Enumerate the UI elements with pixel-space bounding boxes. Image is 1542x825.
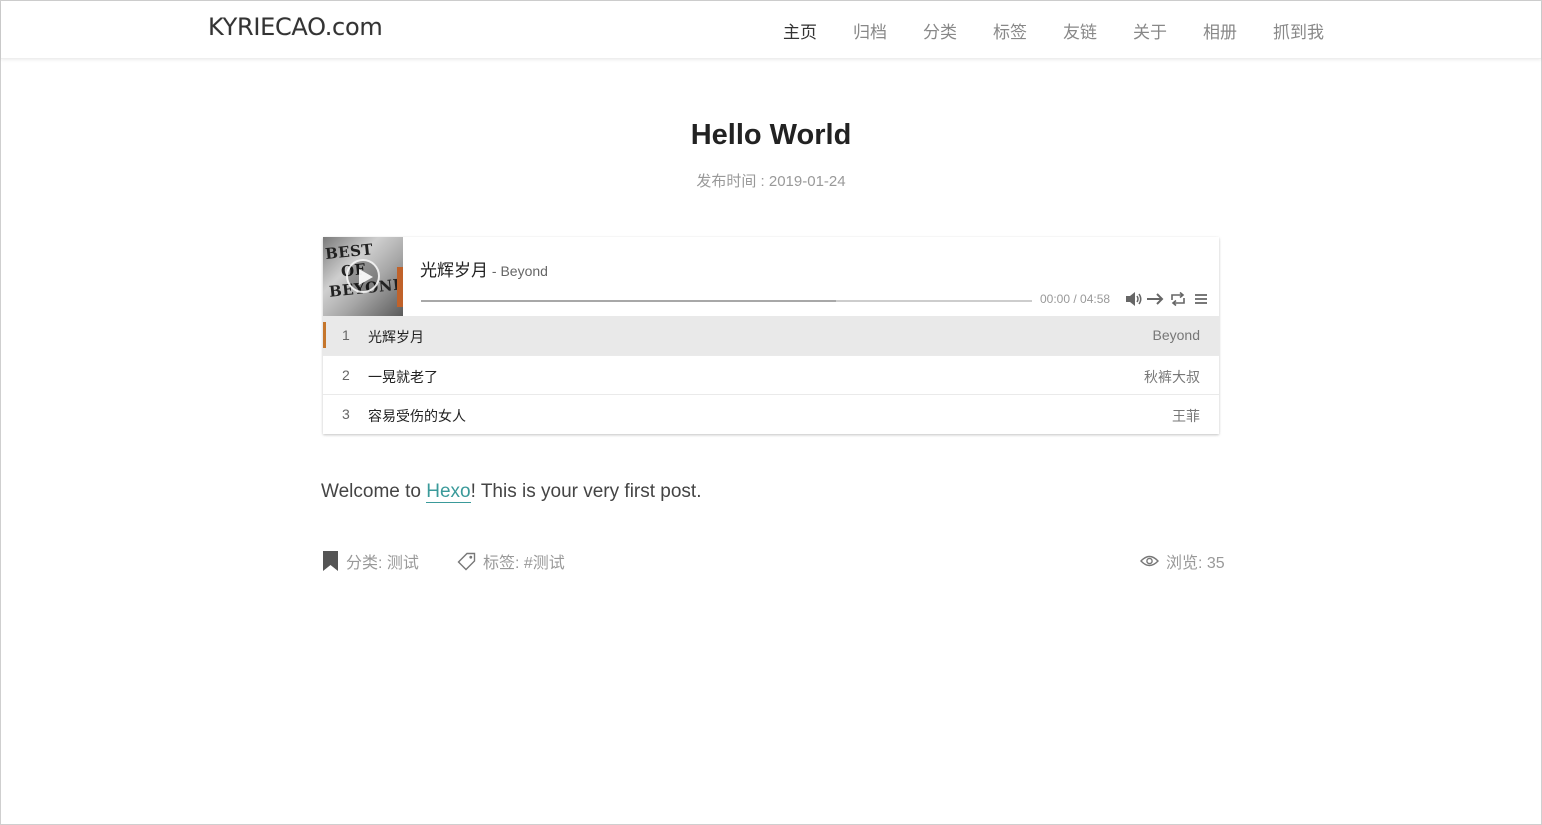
post-date: 发布时间 : 2019-01-24 (696, 173, 846, 190)
site-header: KYRIECAO.com 主页 归档 分类 标签 友链 关于 相册 抓到我 (1, 1, 1541, 59)
play-button[interactable] (346, 259, 380, 293)
nav-item-about[interactable]: 关于 (1115, 18, 1185, 43)
hexo-link[interactable]: Hexo (426, 481, 471, 503)
track-title: 容易受伤的女人 (368, 408, 466, 424)
nav-item-album[interactable]: 相册 (1185, 18, 1255, 43)
track-artist: 王菲 (1172, 408, 1200, 424)
now-playing-title: 光辉岁月 (420, 261, 488, 280)
nav-item-catch-me[interactable]: 抓到我 (1255, 18, 1342, 43)
track-index: 3 (342, 406, 350, 422)
site-logo[interactable]: KYRIECAO.com (208, 13, 383, 41)
volume-button[interactable] (1125, 291, 1143, 307)
progress-loaded (421, 300, 837, 302)
bookmark-icon (323, 551, 338, 571)
now-playing-artist: - Beyond (488, 263, 548, 279)
post-category[interactable]: 分类: 测试 (322, 549, 419, 573)
loop-icon (1171, 291, 1185, 307)
track-title: 光辉岁月 (368, 329, 424, 345)
tag-icon (457, 552, 476, 570)
eye-icon (1140, 555, 1159, 567)
active-track-marker (323, 322, 326, 348)
playlist-menu-button[interactable] (1193, 291, 1211, 307)
time-display: 00:00 / 04:58 (1040, 292, 1111, 306)
order-icon (1147, 293, 1164, 305)
track-title: 一晃就老了 (368, 369, 438, 385)
category-label: 分类: 测试 (346, 555, 419, 572)
content-text: Welcome to (321, 481, 427, 502)
tags-label: 标签: #测试 (483, 555, 565, 572)
menu-icon (1195, 294, 1207, 304)
post-tags[interactable]: 标签: #测试 (457, 549, 565, 573)
track-artist: Beyond (1152, 327, 1200, 343)
nav-item-links[interactable]: 友链 (1045, 18, 1115, 43)
playlist-item[interactable]: 1 光辉岁月 Beyond (323, 316, 1219, 355)
post-views: 浏览: 35 (1140, 549, 1225, 573)
content-text: ! This is your very first post. (470, 481, 702, 502)
nav-item-archive[interactable]: 归档 (835, 18, 905, 43)
playlist-item[interactable]: 3 容易受伤的女人 王菲 (323, 394, 1219, 433)
track-index: 1 (342, 327, 350, 343)
progress-bar[interactable] (421, 300, 1032, 302)
views-label: 浏览: 35 (1166, 555, 1225, 572)
track-index: 2 (342, 367, 350, 383)
play-icon (359, 269, 373, 285)
volume-icon (1126, 292, 1142, 306)
nav-item-categories[interactable]: 分类 (905, 18, 975, 43)
cover-strip (397, 267, 403, 307)
loop-button[interactable] (1170, 291, 1188, 307)
post-content: Welcome to Hexo! This is your very first… (321, 481, 702, 503)
main-nav: 主页 归档 分类 标签 友链 关于 相册 抓到我 (765, 1, 1342, 59)
playlist: 1 光辉岁月 Beyond 2 一晃就老了 秋裤大叔 3 容易受伤的女人 王菲 (323, 316, 1219, 433)
now-playing: 光辉岁月 - Beyond (420, 256, 548, 281)
nav-item-home[interactable]: 主页 (765, 18, 835, 43)
playlist-item[interactable]: 2 一晃就老了 秋裤大叔 (323, 355, 1219, 394)
track-artist: 秋裤大叔 (1144, 369, 1200, 385)
order-button[interactable] (1146, 291, 1164, 307)
post-title: Hello World (690, 119, 852, 151)
album-cover[interactable]: BEST OF BEYOND (323, 237, 403, 316)
music-player: BEST OF BEYOND 光辉岁月 - Beyond 00:00 / 04:… (323, 237, 1219, 434)
nav-item-tags[interactable]: 标签 (975, 18, 1045, 43)
